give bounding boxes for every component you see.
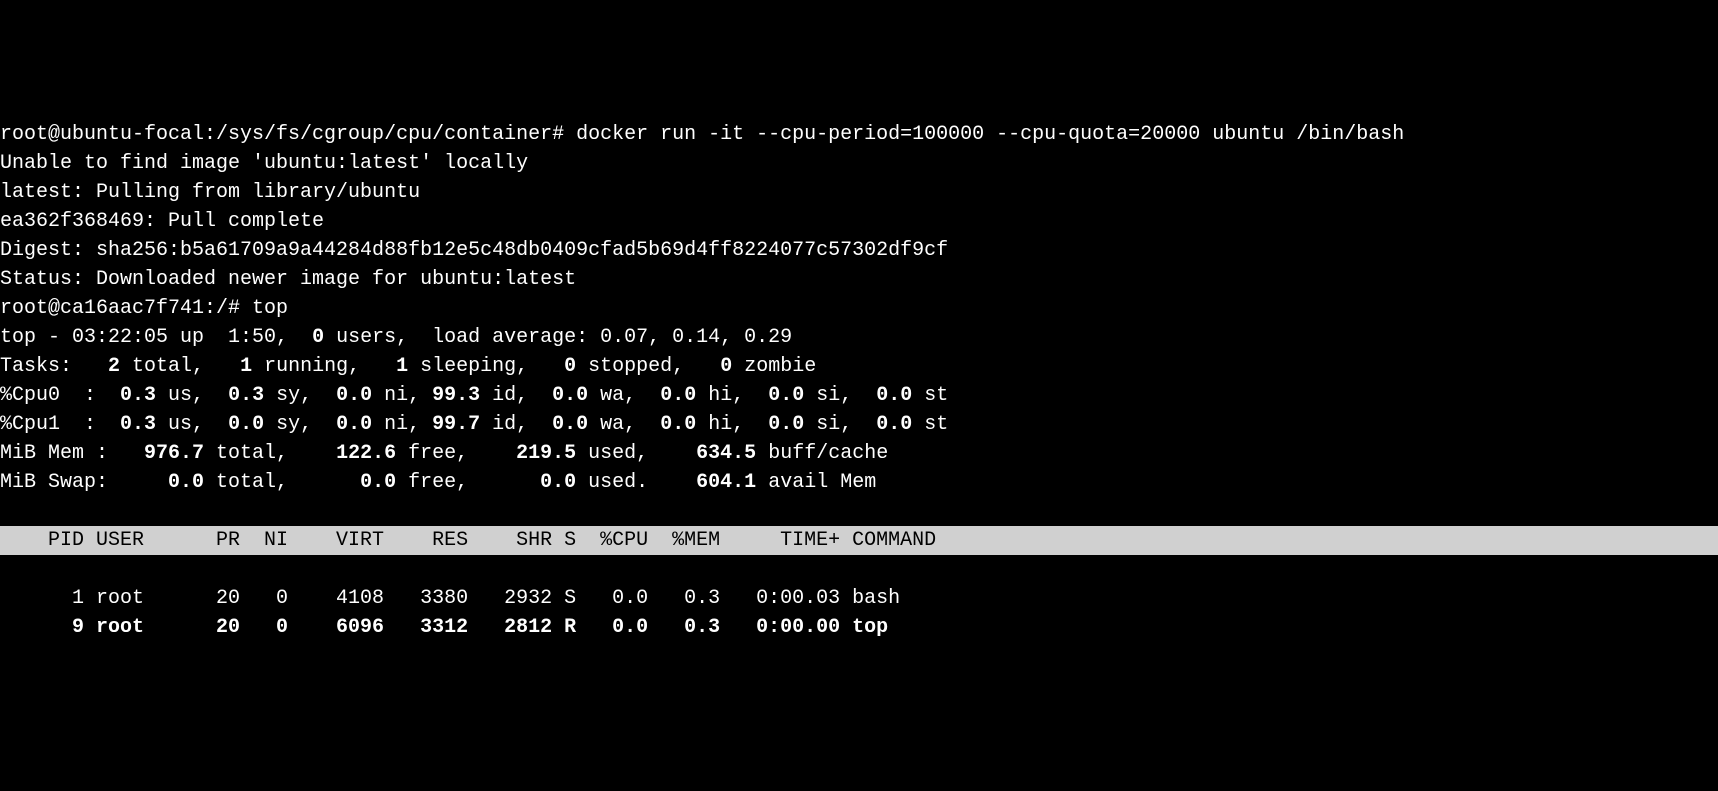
shell-command: top (252, 297, 288, 320)
top-cpu0-line: %Cpu0 : 0.3 us, 0.3 sy, 0.0 ni, 99.3 id,… (0, 384, 948, 407)
top-process-row: 1 root 20 0 4108 3380 2932 S 0.0 0.3 0:0… (0, 587, 900, 610)
docker-output-line: latest: Pulling from library/ubuntu (0, 181, 420, 204)
top-mem-line: MiB Mem : 976.7 total, 122.6 free, 219.5… (0, 442, 888, 465)
prompt-line-2: root@ca16aac7f741:/# top (0, 297, 288, 320)
shell-prompt: root@ca16aac7f741:/# (0, 297, 252, 320)
docker-output-line: Status: Downloaded newer image for ubunt… (0, 268, 576, 291)
top-tasks-line: Tasks: 2 total, 1 running, 1 sleeping, 0… (0, 355, 816, 378)
terminal-window[interactable]: root@ubuntu-focal:/sys/fs/cgroup/cpu/con… (0, 116, 1718, 646)
docker-output-line: Unable to find image 'ubuntu:latest' loc… (0, 152, 528, 175)
top-column-header: PID USER PR NI VIRT RES SHR S %CPU %MEM … (0, 526, 1718, 555)
top-cpu1-line: %Cpu1 : 0.3 us, 0.0 sy, 0.0 ni, 99.7 id,… (0, 413, 948, 436)
top-process-row: 9 root 20 0 6096 3312 2812 R 0.0 0.3 0:0… (0, 616, 888, 639)
shell-command: docker run -it --cpu-period=100000 --cpu… (576, 123, 1404, 146)
top-summary-line: top - 03:22:05 up 1:50, 0 users, load av… (0, 326, 792, 349)
docker-output-line: ea362f368469: Pull complete (0, 210, 324, 233)
docker-output-line: Digest: sha256:b5a61709a9a44284d88fb12e5… (0, 239, 948, 262)
top-swap-line: MiB Swap: 0.0 total, 0.0 free, 0.0 used.… (0, 471, 876, 494)
prompt-line-1: root@ubuntu-focal:/sys/fs/cgroup/cpu/con… (0, 123, 1404, 146)
shell-prompt: root@ubuntu-focal:/sys/fs/cgroup/cpu/con… (0, 123, 576, 146)
